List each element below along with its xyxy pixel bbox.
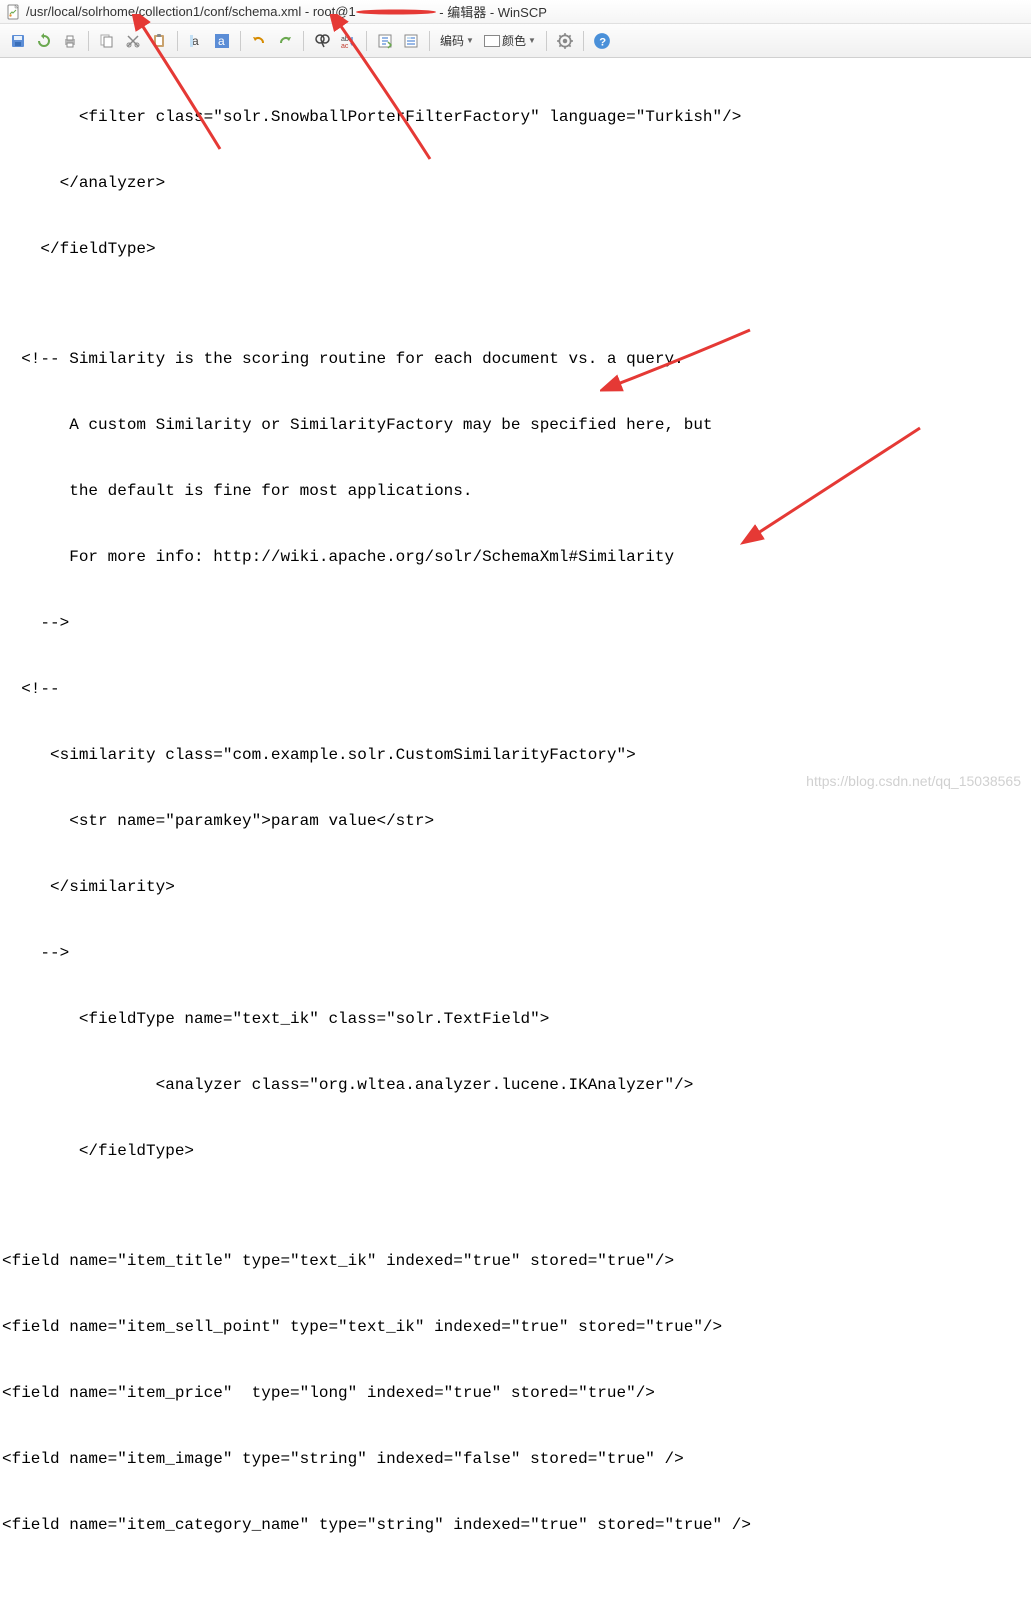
editor-content[interactable]: <filter class="solr.SnowballPorterFilter… (0, 58, 1031, 1598)
encoding-dropdown[interactable]: 编码 ▼ (436, 29, 478, 53)
separator (429, 31, 430, 51)
code-line: --> (0, 942, 1031, 964)
encoding-label: 编码 (440, 32, 464, 49)
reload-icon[interactable] (32, 29, 56, 53)
color-dropdown[interactable]: 颜色 ▼ (480, 29, 540, 53)
separator (366, 31, 367, 51)
paste-icon[interactable] (147, 29, 171, 53)
svg-text:ac: ac (341, 43, 349, 49)
code-line: <field name="item_price" type="long" ind… (0, 1382, 1031, 1404)
svg-text:ab: ab (341, 36, 349, 43)
code-line: <field name="item_title" type="text_ik" … (0, 1250, 1031, 1272)
app-icon (6, 4, 22, 20)
code-line: <filter class="solr.SnowballPorterFilter… (0, 106, 1031, 128)
color-swatch-icon (484, 35, 500, 47)
code-line: A custom Similarity or SimilarityFactory… (0, 414, 1031, 436)
print-icon[interactable] (58, 29, 82, 53)
separator (177, 31, 178, 51)
code-line: </fieldType> (0, 238, 1031, 260)
code-line: </similarity> (0, 876, 1031, 898)
separator (88, 31, 89, 51)
undo-icon[interactable] (247, 29, 271, 53)
toolbar: a a abac 编码 ▼ 颜色 ▼ ? (0, 24, 1031, 58)
window-title-suffix: - 编辑器 - WinSCP (436, 2, 547, 21)
separator (303, 31, 304, 51)
replace-icon[interactable]: abac (336, 29, 360, 53)
code-line: <analyzer class="org.wltea.analyzer.luce… (0, 1074, 1031, 1096)
code-line: <!-- (0, 678, 1031, 700)
window-title: /usr/local/solrhome/collection1/conf/sch… (26, 4, 348, 19)
caret-icon: ▼ (528, 36, 536, 45)
goto-icon[interactable] (373, 29, 397, 53)
format-icon[interactable] (399, 29, 423, 53)
a-left-icon[interactable]: a (184, 29, 208, 53)
separator (583, 31, 584, 51)
separator (240, 31, 241, 51)
cut-icon[interactable] (121, 29, 145, 53)
code-line: --> (0, 612, 1031, 634)
redo-icon[interactable] (273, 29, 297, 53)
copy-icon[interactable] (95, 29, 119, 53)
code-line: <fieldType name="text_ik" class="solr.Te… (0, 1008, 1031, 1030)
a-right-icon[interactable]: a (210, 29, 234, 53)
code-line: <!-- Similarity is the scoring routine f… (0, 348, 1031, 370)
code-line: <field name="item_image" type="string" i… (0, 1448, 1031, 1470)
caret-icon: ▼ (466, 36, 474, 45)
code-line: <str name="paramkey">param value</str> (0, 810, 1031, 832)
save-icon[interactable] (6, 29, 30, 53)
find-icon[interactable] (310, 29, 334, 53)
separator (546, 31, 547, 51)
code-line: <similarity class="com.example.solr.Cust… (0, 744, 1031, 766)
code-line: </analyzer> (0, 172, 1031, 194)
help-icon[interactable]: ? (590, 29, 614, 53)
code-line: the default is fine for most application… (0, 480, 1031, 502)
title-bar: /usr/local/solrhome/collection1/conf/sch… (0, 0, 1031, 24)
svg-text:a: a (218, 34, 225, 48)
redacted-host: 1 (348, 4, 435, 20)
code-line: <field name="item_category_name" type="s… (0, 1514, 1031, 1536)
settings-icon[interactable] (553, 29, 577, 53)
code-line: For more info: http://wiki.apache.org/so… (0, 546, 1031, 568)
code-line: </fieldType> (0, 1140, 1031, 1162)
color-label: 颜色 (502, 32, 526, 49)
code-line: <field name="item_sell_point" type="text… (0, 1316, 1031, 1338)
watermark-text: https://blog.csdn.net/qq_15038565 (806, 773, 1021, 789)
svg-text:a: a (192, 34, 199, 48)
svg-text:?: ? (599, 36, 606, 48)
